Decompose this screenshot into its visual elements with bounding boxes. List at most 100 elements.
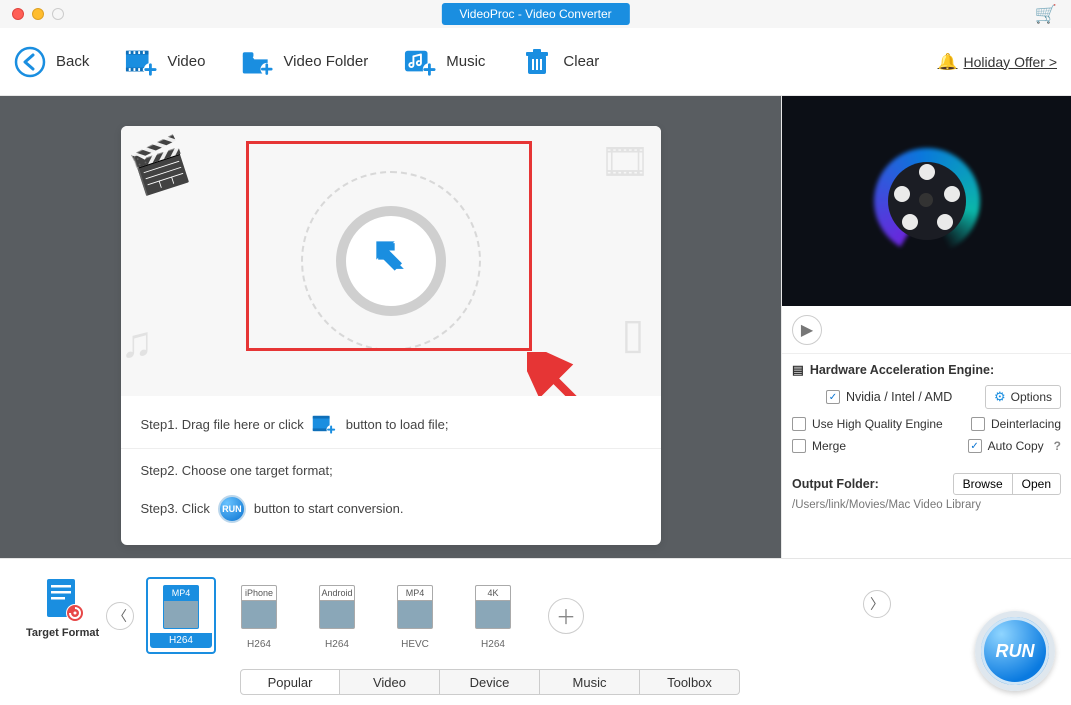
cart-icon[interactable]: 🛒 [1035, 4, 1057, 25]
chip-icon: ▤ [792, 362, 804, 377]
ipod-icon: ▯ [621, 309, 644, 358]
high-quality-label: Use High Quality Engine [812, 417, 943, 431]
merge-checkbox[interactable]: Merge [792, 439, 846, 453]
play-button[interactable]: ▶ [792, 315, 822, 345]
tab-device[interactable]: Device [440, 669, 540, 695]
tab-music[interactable]: Music [540, 669, 640, 695]
app-title: VideoProc - Video Converter [441, 3, 629, 25]
add-video-button[interactable]: Video [125, 46, 205, 78]
deinterlacing-label: Deinterlacing [991, 417, 1061, 431]
step-2: Step2. Choose one target format; [141, 453, 641, 489]
output-folder-row: Output Folder: Browse Open [782, 465, 1071, 497]
run-button[interactable]: RUN [975, 611, 1055, 691]
add-video-folder-button[interactable]: Video Folder [241, 46, 368, 78]
hw-heading-text: Hardware Acceleration Engine: [810, 363, 994, 377]
target-format-icon [43, 577, 83, 623]
format-top: Android [319, 585, 355, 601]
back-label: Back [56, 53, 89, 70]
target-format-label: Target Format [26, 627, 99, 639]
auto-copy-label: Auto Copy [988, 439, 1044, 453]
auto-copy-checkbox[interactable]: ✓Auto Copy? [968, 439, 1061, 453]
format-strip: 〈 MP4H264iPhoneH264AndroidH264MP4HEVC4KH… [106, 577, 961, 654]
open-button[interactable]: Open [1013, 473, 1061, 495]
target-format-button[interactable]: Target Format [26, 577, 99, 639]
add-music-button[interactable]: Music [404, 46, 485, 78]
trash-icon [521, 46, 553, 78]
format-codec: H264 [226, 637, 292, 650]
merge-label: Merge [812, 439, 846, 453]
maximize-window-icon [52, 8, 64, 20]
format-card-mp4-hevc[interactable]: MP4 HEVC [380, 577, 450, 654]
strip-prev-button[interactable]: 〈 [106, 602, 134, 630]
video-plus-mini-icon [312, 412, 338, 438]
video-folder-label: Video Folder [283, 53, 368, 70]
step1-text-a: Step1. Drag file here or click [141, 413, 304, 437]
format-thumb-icon [241, 601, 277, 629]
music-plus-icon [404, 46, 436, 78]
right-panel: ▶ ▤ Hardware Acceleration Engine: ✓Nvidi… [781, 96, 1071, 558]
format-thumb-icon [475, 601, 511, 629]
film-roll-icon: 🎞 [600, 138, 651, 185]
format-codec: H264 [460, 637, 526, 650]
left-panel: 🎬 ♫ ▯ 🎞 Ste [0, 96, 781, 558]
format-top: MP4 [397, 585, 433, 601]
step3-text-b: button to start conversion. [254, 497, 404, 521]
deinterlacing-checkbox[interactable]: Deinterlacing [971, 417, 1061, 431]
tab-video[interactable]: Video [340, 669, 440, 695]
music-label: Music [446, 53, 485, 70]
main-area: 🎬 ♫ ▯ 🎞 Ste [0, 96, 1071, 558]
preview-area [782, 96, 1071, 306]
format-tabs: PopularVideoDeviceMusicToolbox [240, 669, 740, 695]
format-thumb-icon [163, 601, 199, 629]
format-card-4k-h264[interactable]: 4K H264 [458, 577, 528, 654]
video-plus-icon [125, 46, 157, 78]
toolbar: Back Video Video Folder Music Clear 🔔 Ho… [0, 28, 1071, 96]
clear-label: Clear [563, 53, 599, 70]
gear-icon: ⚙ [994, 389, 1006, 405]
holiday-offer-link[interactable]: 🔔 Holiday Offer > [938, 52, 1057, 72]
close-window-icon[interactable] [12, 8, 24, 20]
output-label: Output Folder: [792, 477, 879, 491]
preview-controls: ▶ [782, 306, 1071, 354]
holiday-offer-label: Holiday Offer > [963, 54, 1057, 70]
drop-circle [301, 171, 481, 351]
strip-next-button[interactable]: 〉 [863, 590, 891, 618]
options-button[interactable]: ⚙ Options [985, 385, 1061, 409]
run-mini-icon: RUN [218, 495, 246, 523]
tab-toolbox[interactable]: Toolbox [640, 669, 740, 695]
high-quality-checkbox[interactable]: Use High Quality Engine [792, 417, 943, 431]
browse-button[interactable]: Browse [953, 473, 1013, 495]
format-codec: HEVC [382, 637, 448, 650]
drop-ring [336, 206, 446, 316]
hardware-section: ▤ Hardware Acceleration Engine: ✓Nvidia … [782, 354, 1071, 465]
window-controls [0, 8, 64, 20]
folder-plus-icon [241, 46, 273, 78]
format-card-android-h264[interactable]: AndroidH264 [302, 577, 372, 654]
steps-panel: Step1. Drag file here or click button to… [121, 396, 661, 545]
clear-button[interactable]: Clear [521, 46, 599, 78]
nvidia-label: Nvidia / Intel / AMD [846, 390, 952, 404]
format-top: MP4 [163, 585, 199, 601]
nvidia-checkbox[interactable]: ✓Nvidia / Intel / AMD [826, 390, 952, 404]
format-card-iphone-h264[interactable]: iPhoneH264 [224, 577, 294, 654]
upload-arrow-icon [369, 234, 413, 288]
minimize-window-icon[interactable] [32, 8, 44, 20]
help-icon[interactable]: ? [1054, 439, 1061, 453]
format-card-mp4-h264[interactable]: MP4 H264 [146, 577, 216, 654]
clapper-icon: 🎬 [123, 130, 194, 200]
reel-logo-icon [882, 156, 972, 246]
title-bar: VideoProc - Video Converter 🛒 [0, 0, 1071, 28]
tab-popular[interactable]: Popular [240, 669, 340, 695]
options-label: Options [1011, 390, 1052, 404]
step1-text-b: button to load file; [346, 413, 449, 437]
add-format-button[interactable]: ＋ [548, 598, 584, 634]
video-label: Video [167, 53, 205, 70]
format-codec: H264 [150, 633, 212, 648]
drop-card: 🎬 ♫ ▯ 🎞 Ste [121, 126, 661, 545]
format-thumb-icon [319, 601, 355, 629]
format-top: 4K [475, 585, 511, 601]
step3-text-a: Step3. Click [141, 497, 210, 521]
back-button[interactable]: Back [14, 46, 89, 78]
output-path: /Users/link/Movies/Mac Video Library [782, 497, 1071, 521]
drop-zone[interactable]: 🎬 ♫ ▯ 🎞 [121, 126, 661, 396]
